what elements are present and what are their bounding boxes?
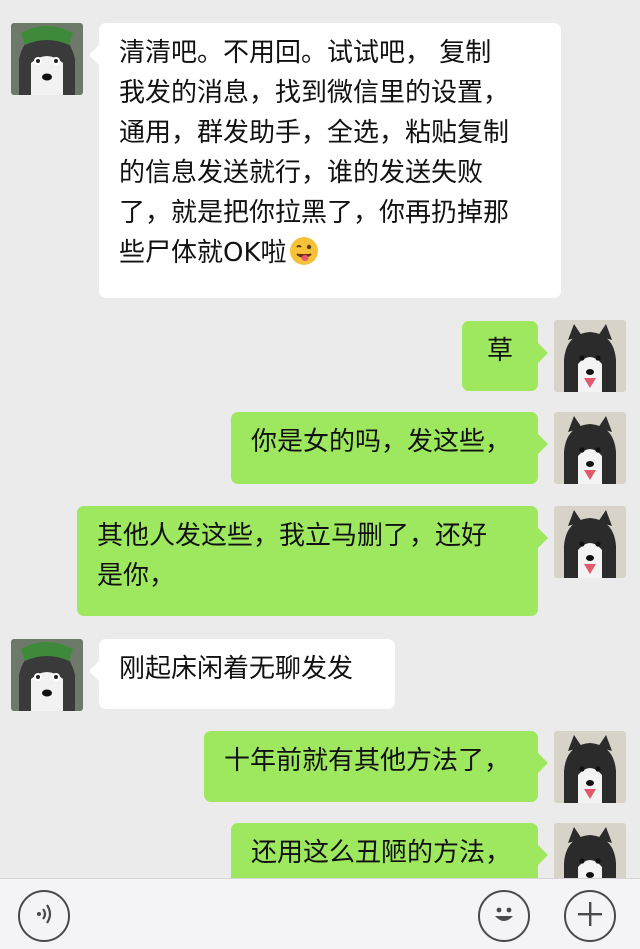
message-text-line: 是你， — [97, 561, 176, 591]
message-text: 草 — [486, 336, 513, 366]
chat-area[interactable]: 清清吧。不用回。试试吧， 复制 我发的消息，找到微信里的设置， 通用，群发助手，… — [0, 0, 640, 878]
received-message-bubble[interactable]: 清清吧。不用回。试试吧， 复制 我发的消息，找到微信里的设置， 通用，群发助手，… — [89, 23, 561, 298]
message-text-line: 些尸体就OK啦 — [119, 238, 287, 268]
my-avatar[interactable] — [554, 506, 626, 578]
sent-message-bubble[interactable]: 草 — [462, 321, 548, 391]
message-text: 十年前就有其他方法了， — [224, 746, 511, 776]
plus-icon — [574, 898, 606, 934]
my-avatar[interactable] — [554, 731, 626, 803]
contact-avatar[interactable] — [11, 639, 83, 711]
message-text: 你是女的吗，发这些， — [251, 427, 512, 457]
message-text-line: 我发的消息，找到微信里的设置， — [119, 78, 510, 108]
my-avatar[interactable] — [554, 320, 626, 392]
message-text: 刚起床闲着无聊发发 — [119, 654, 354, 684]
voice-icon — [30, 900, 58, 932]
my-avatar[interactable] — [554, 412, 626, 484]
sent-message-bubble[interactable]: 十年前就有其他方法了， — [204, 731, 548, 802]
message-text-line: 其他人发这些，我立马删了，还好 — [97, 521, 488, 551]
sent-message-bubble[interactable]: 还用这么丑陋的方法， — [231, 823, 548, 878]
message-text-line: 通用，群发助手，全选，粘贴复制 — [119, 118, 510, 148]
more-button[interactable] — [564, 890, 616, 942]
received-message-bubble[interactable]: 刚起床闲着无聊发发 — [89, 639, 395, 709]
voice-button[interactable] — [18, 890, 70, 942]
emoji-button[interactable] — [478, 890, 530, 942]
contact-avatar[interactable] — [11, 23, 83, 95]
message-text: 还用这么丑陋的方法， — [251, 838, 512, 868]
input-bar — [0, 878, 640, 949]
emoji-smile-icon — [487, 897, 521, 935]
my-avatar[interactable] — [554, 823, 626, 878]
sent-message-bubble[interactable]: 你是女的吗，发这些， — [231, 412, 548, 484]
sent-message-bubble[interactable]: 其他人发这些，我立马删了，还好 是你， — [77, 506, 548, 616]
message-text-line: 清清吧。不用回。试试吧， 复制 — [119, 38, 492, 68]
message-text-line: 的信息发送就行，谁的发送失败 — [119, 158, 484, 188]
winking-tongue-emoji-icon — [289, 236, 319, 266]
message-text-line: 了，就是把你拉黑了，你再扔掉那 — [119, 198, 510, 228]
